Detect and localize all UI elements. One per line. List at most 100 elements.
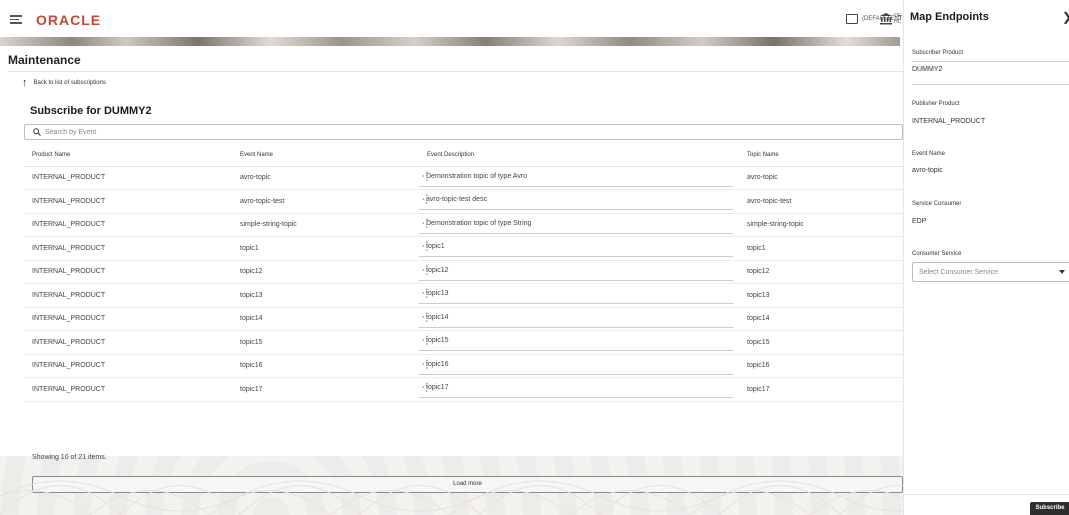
- caret-down-icon: [1059, 270, 1065, 274]
- table-row[interactable]: INTERNAL_PRODUCT topic12 topic12 ◂ ▴ ▾ ▸ topic1…: [24, 260, 903, 284]
- consumer-service-label: Consumer Service: [912, 251, 962, 257]
- cell-topic-name: simple-string-topic: [739, 213, 903, 237]
- cell-event-name: topic15: [232, 330, 419, 355]
- resize-left-icon: ◂: [422, 266, 425, 272]
- event-description-field[interactable]: Demonstration topic of type String ◂ ▴ ▾ ▸: [419, 216, 733, 234]
- cell-event-description[interactable]: topic16 ◂ ▴ ▾ ▸: [419, 354, 739, 378]
- back-link-label: Back to list of subscriptions: [33, 80, 106, 86]
- section-title: Subscribe for DUMMY2: [30, 105, 152, 117]
- table-row[interactable]: INTERNAL_PRODUCT topic17 topic17 ◂ ▴ ▾ ▸ topic1…: [24, 377, 903, 402]
- event-description-field[interactable]: topic15 ◂ ▴ ▾ ▸: [419, 333, 733, 352]
- event-description-field[interactable]: topic17 ◂ ▴ ▾ ▸: [419, 380, 733, 399]
- bank-icon[interactable]: [880, 13, 892, 25]
- event-description-field[interactable]: topic13 ◂ ▴ ▾ ▸: [419, 286, 733, 305]
- column-header-event-description[interactable]: Event Description: [419, 144, 739, 167]
- column-header-topic-name[interactable]: Topic Name: [739, 144, 903, 167]
- table-row[interactable]: INTERNAL_PRODUCT simple-string-topic Demon…: [24, 213, 903, 237]
- entity-icon: [846, 14, 858, 24]
- cell-event-name: simple-string-topic: [232, 213, 419, 237]
- subscriber-product-label: Subscriber Product: [912, 50, 964, 56]
- cell-event-name: topic1: [232, 236, 419, 261]
- event-description-field[interactable]: avro-topic-test desc ◂ ▴ ▾ ▸: [419, 192, 733, 211]
- resize-left-icon: ◂: [422, 313, 425, 319]
- cell-event-name: topic17: [232, 377, 419, 402]
- cell-topic-name: topic14: [739, 307, 903, 331]
- event-description-field[interactable]: topic14 ◂ ▴ ▾ ▸: [419, 310, 733, 328]
- cell-event-name: topic12: [232, 260, 419, 284]
- resize-left-icon: ◂: [422, 219, 425, 225]
- table-row[interactable]: INTERNAL_PRODUCT avro-topic-test avro-topi…: [24, 189, 903, 214]
- resize-left-icon: ◂: [422, 360, 425, 366]
- cell-event-description[interactable]: topic13 ◂ ▴ ▾ ▸: [419, 283, 739, 308]
- subscriber-product-field[interactable]: DUMMY2: [912, 61, 1069, 85]
- cell-event-name: avro-topic: [232, 166, 419, 190]
- event-description-field[interactable]: topic16 ◂ ▴ ▾ ▸: [419, 357, 733, 375]
- cell-event-description[interactable]: topic17 ◂ ▴ ▾ ▸: [419, 377, 739, 402]
- resize-left-icon: ◂: [422, 290, 425, 296]
- scroll-arrows-icon: ▴ ▾ ▸: [426, 168, 429, 182]
- chevron-right-icon[interactable]: ❯: [1062, 10, 1069, 24]
- event-description-field[interactable]: Demonstration topic of type Avro ◂ ▴ ▾ ▸: [419, 169, 733, 187]
- cell-event-description[interactable]: topic12 ◂ ▴ ▾ ▸: [419, 260, 739, 284]
- cell-event-name: avro-topic-test: [232, 189, 419, 214]
- search-input[interactable]: [45, 128, 245, 136]
- decorative-banner: [0, 37, 900, 46]
- event-description-field[interactable]: topic12 ◂ ▴ ▾ ▸: [419, 263, 733, 281]
- table-header-row: Product Name Event Name Event Descriptio…: [24, 144, 903, 167]
- background-pattern: [0, 480, 903, 515]
- service-consumer-value: EDP: [912, 218, 927, 225]
- cell-topic-name: topic1: [739, 236, 903, 261]
- table-row[interactable]: INTERNAL_PRODUCT avro-topic Demonstration …: [24, 166, 903, 190]
- subscribe-button[interactable]: Subscribe: [1030, 502, 1069, 515]
- column-header-event-name[interactable]: Event Name: [232, 144, 419, 167]
- main-content: Maintenance ↑ Back to list of subscripti…: [0, 46, 903, 515]
- scroll-arrows-icon: ▴ ▾ ▸: [426, 239, 429, 253]
- cell-event-description[interactable]: topic1 ◂ ▴ ▾ ▸: [419, 236, 739, 261]
- content-card: Maintenance ↑ Back to list of subscripti…: [0, 46, 903, 493]
- resize-left-icon: ◂: [422, 196, 425, 202]
- cell-topic-name: topic16: [739, 354, 903, 378]
- scroll-arrows-icon: ▴ ▾ ▸: [426, 333, 429, 347]
- hamburger-menu-icon[interactable]: [10, 15, 22, 24]
- cell-event-description[interactable]: avro-topic-test desc ◂ ▴ ▾ ▸: [419, 189, 739, 214]
- column-header-product-name[interactable]: Product Name: [24, 144, 232, 167]
- events-table: Product Name Event Name Event Descriptio…: [24, 144, 903, 402]
- back-link[interactable]: ↑ Back to list of subscriptions: [22, 77, 106, 89]
- scroll-arrows-icon: ▴ ▾ ▸: [426, 192, 429, 206]
- cell-product-name: INTERNAL_PRODUCT: [24, 260, 232, 284]
- scroll-arrows-icon: ▴ ▾ ▸: [426, 309, 429, 323]
- cell-event-description[interactable]: Demonstration topic of type Avro ◂ ▴ ▾ ▸: [419, 166, 739, 190]
- cell-event-description[interactable]: Demonstration topic of type String ◂ ▴ ▾ ▸: [419, 213, 739, 237]
- arrow-up-icon: ↑: [22, 77, 28, 89]
- search-icon: [33, 128, 41, 136]
- cell-topic-name: topic15: [739, 330, 903, 355]
- cell-product-name: INTERNAL_PRODUCT: [24, 189, 232, 214]
- map-endpoints-panel: Map Endpoints ❯ Subscriber Product DUMMY…: [903, 0, 1069, 515]
- publisher-product-value: INTERNAL_PRODUCT: [912, 118, 986, 125]
- cell-event-description[interactable]: topic15 ◂ ▴ ▾ ▸: [419, 330, 739, 355]
- cell-product-name: INTERNAL_PRODUCT: [24, 377, 232, 402]
- event-description-field[interactable]: topic1 ◂ ▴ ▾ ▸: [419, 239, 733, 258]
- publisher-product-label: Publisher Product: [912, 101, 960, 107]
- cell-product-name: INTERNAL_PRODUCT: [24, 354, 232, 378]
- divider: [8, 71, 903, 72]
- cell-product-name: INTERNAL_PRODUCT: [24, 330, 232, 355]
- cell-product-name: INTERNAL_PRODUCT: [24, 283, 232, 308]
- scroll-arrows-icon: ▴ ▾ ▸: [426, 356, 429, 370]
- cell-event-description[interactable]: topic14 ◂ ▴ ▾ ▸: [419, 307, 739, 331]
- scroll-arrows-icon: ▴ ▾ ▸: [426, 262, 429, 276]
- page-title: Maintenance: [8, 53, 81, 67]
- scroll-arrows-icon: ▴ ▾ ▸: [426, 380, 429, 394]
- table-row[interactable]: INTERNAL_PRODUCT topic16 topic16 ◂ ▴ ▾ ▸ topic1…: [24, 354, 903, 378]
- search-box[interactable]: [24, 124, 903, 140]
- table-row[interactable]: INTERNAL_PRODUCT topic13 topic13 ◂ ▴ ▾ ▸ topic1…: [24, 283, 903, 308]
- scroll-arrows-icon: ▴ ▾ ▸: [426, 215, 429, 229]
- panel-title: Map Endpoints: [910, 11, 989, 23]
- cell-topic-name: topic17: [739, 377, 903, 402]
- panel-footer-divider: [904, 494, 1069, 495]
- table-row[interactable]: INTERNAL_PRODUCT topic1 topic1 ◂ ▴ ▾ ▸ topic1: [24, 236, 903, 261]
- consumer-service-select[interactable]: Select Consumer Service: [912, 262, 1069, 282]
- cell-event-name: topic16: [232, 354, 419, 378]
- table-row[interactable]: INTERNAL_PRODUCT topic14 topic14 ◂ ▴ ▾ ▸ topic1…: [24, 307, 903, 331]
- table-row[interactable]: INTERNAL_PRODUCT topic15 topic15 ◂ ▴ ▾ ▸ topic1…: [24, 330, 903, 355]
